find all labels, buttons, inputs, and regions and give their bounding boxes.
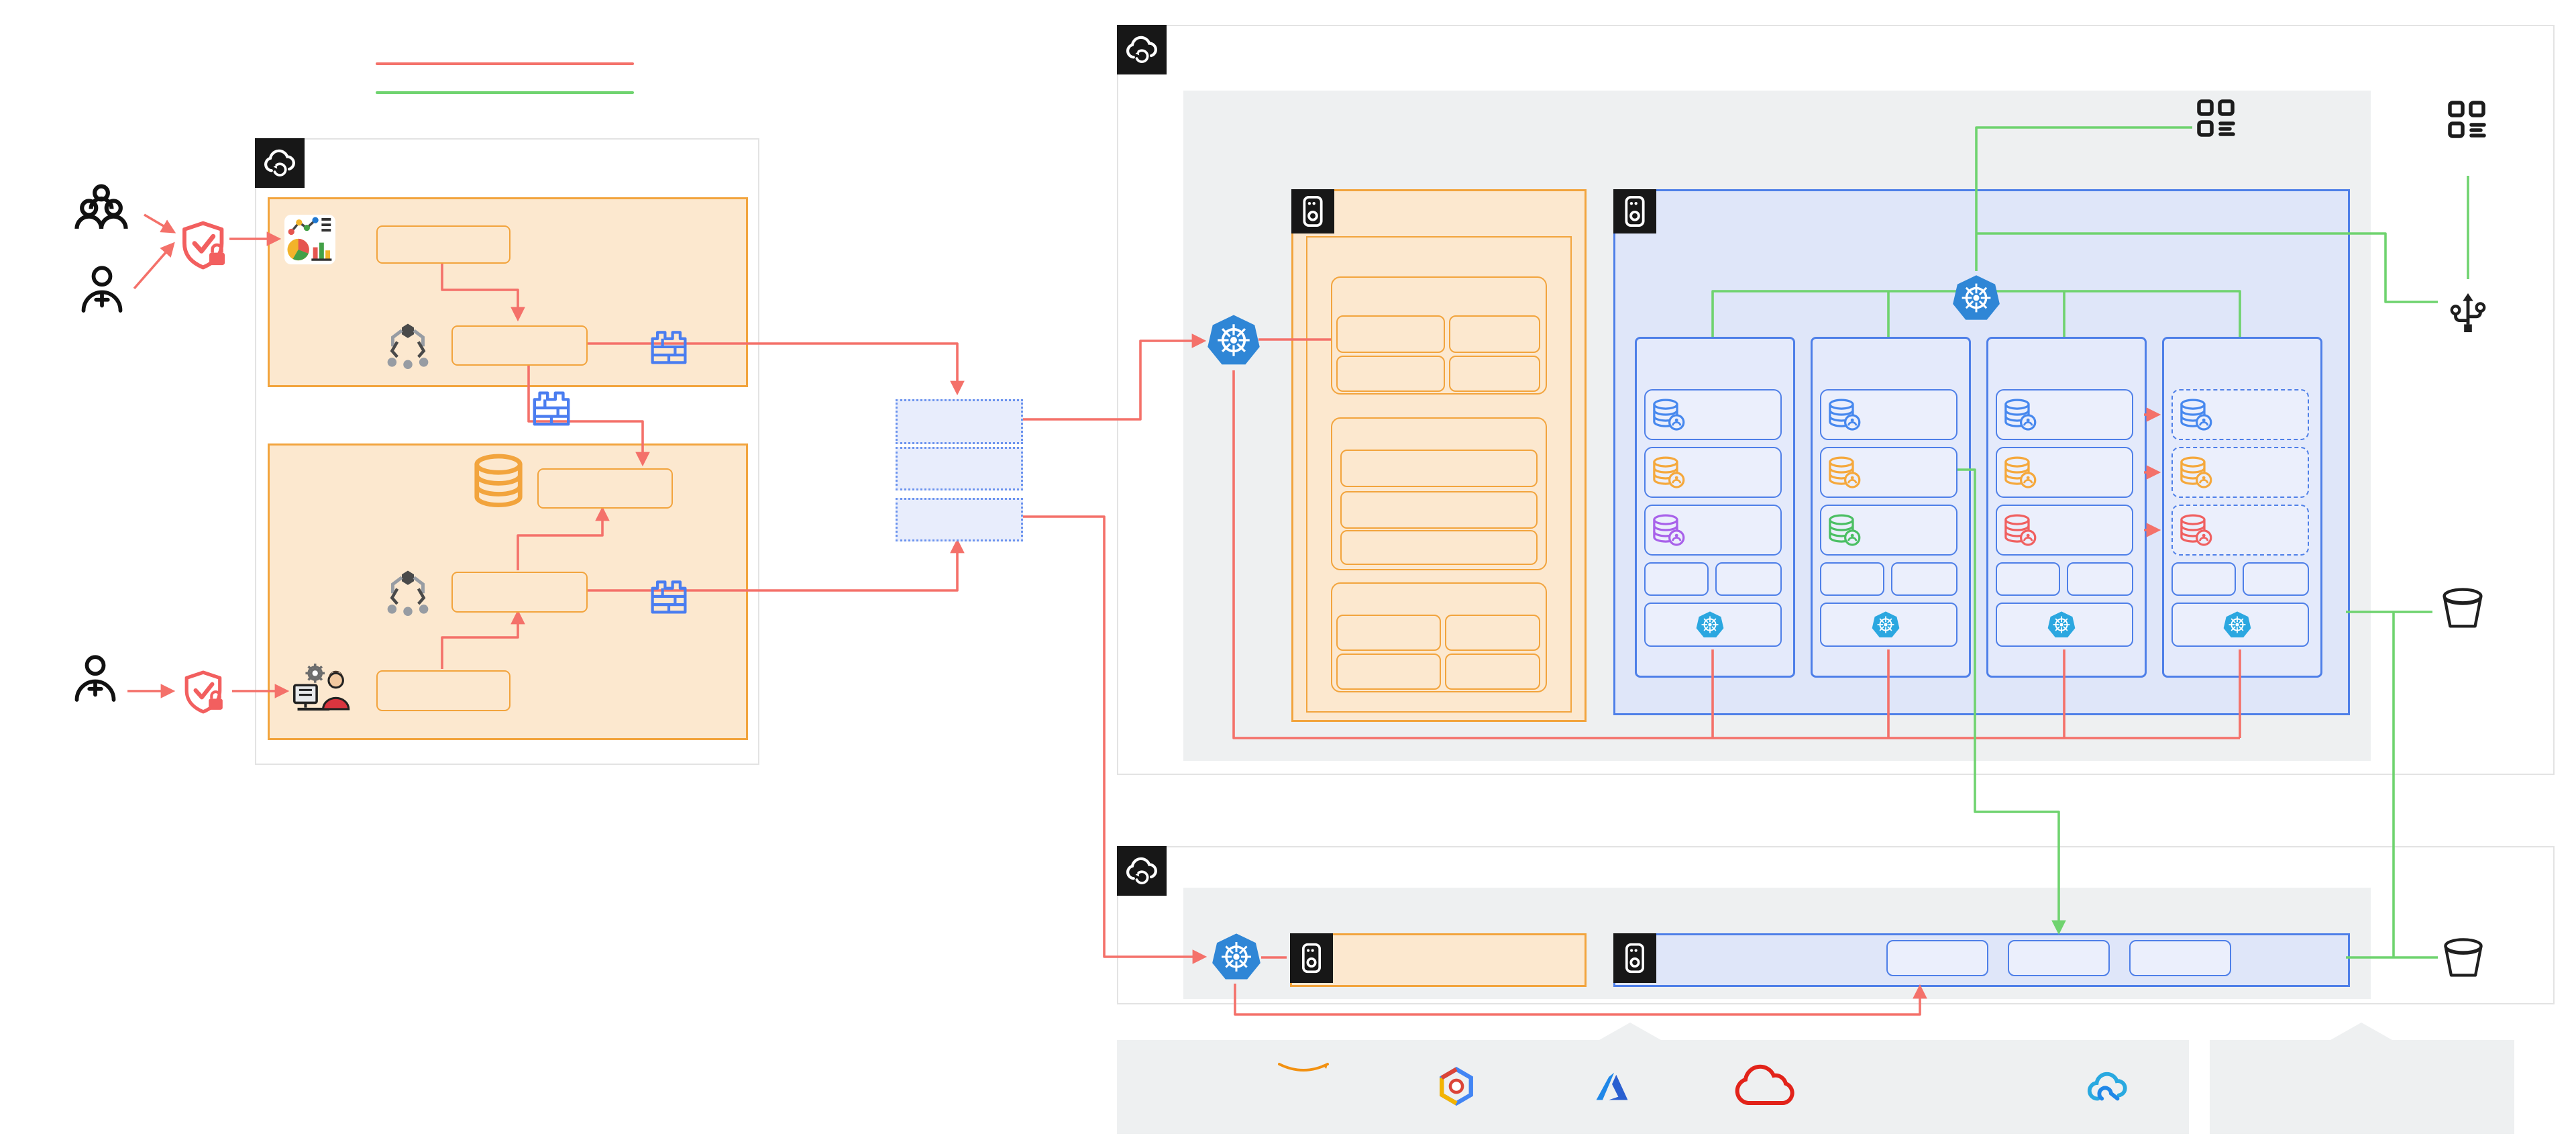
architecture-diagram bbox=[0, 0, 2576, 1148]
open-api-top-button bbox=[451, 325, 588, 366]
db-cluster-item bbox=[1644, 389, 1782, 440]
region-n-cloud-icon bbox=[1117, 846, 1167, 896]
db-cluster-item bbox=[1996, 389, 2133, 440]
network-policy-icon bbox=[530, 386, 573, 428]
network-policy-icon bbox=[647, 576, 690, 616]
admin-console-button bbox=[376, 670, 511, 711]
api-icon bbox=[384, 565, 432, 619]
node-chip bbox=[2008, 940, 2110, 976]
admin-engineer-icon bbox=[291, 660, 358, 717]
metrics-chip bbox=[2171, 562, 2236, 596]
dbas-icon bbox=[75, 263, 129, 318]
metadb-box bbox=[537, 468, 673, 509]
db-icon bbox=[2178, 455, 2213, 490]
metadb-cylinder-icon bbox=[470, 452, 527, 513]
db-cluster-item bbox=[1644, 505, 1782, 556]
auth-shield-icon bbox=[182, 668, 227, 715]
legend-data-line bbox=[376, 91, 634, 94]
ha-chip bbox=[1891, 562, 1957, 596]
chip-oteld-exporter bbox=[1336, 315, 1445, 353]
db-cluster-item bbox=[1820, 505, 1957, 556]
db-icon bbox=[1651, 513, 1686, 547]
kb-env-1-box bbox=[896, 399, 1023, 444]
auth-shield-icon bbox=[180, 219, 229, 271]
kubelet-chip bbox=[2171, 603, 2309, 647]
db-icon bbox=[2178, 397, 2213, 432]
metrics-chip bbox=[1644, 562, 1709, 596]
db-icon bbox=[2178, 513, 2213, 547]
api-icon bbox=[384, 318, 432, 372]
aws-logo bbox=[1273, 1061, 1334, 1108]
azure-logo bbox=[1595, 1068, 1629, 1104]
chip-sql-audit bbox=[1449, 315, 1540, 353]
chip-ellipsis bbox=[1445, 654, 1540, 690]
kubelet-chip bbox=[1644, 603, 1782, 647]
platform-engineers-icon bbox=[68, 651, 122, 709]
nlb-icon bbox=[2447, 287, 2489, 338]
db-cluster-item bbox=[1996, 447, 2133, 498]
db-icon bbox=[1827, 397, 1862, 432]
db-cluster-item bbox=[2171, 505, 2309, 556]
kubelet-chip bbox=[1996, 603, 2133, 647]
kubeblocks-logo-icon bbox=[1613, 189, 1656, 233]
region-x-cloud-icon bbox=[255, 138, 305, 188]
ha-chip bbox=[2067, 562, 2133, 596]
chip-ellipsis bbox=[1340, 530, 1538, 565]
ha-chip bbox=[2243, 562, 2309, 596]
chip-backup-pitr bbox=[1336, 356, 1445, 392]
kb-env-dots-box bbox=[896, 447, 1023, 490]
apps-inside-icon bbox=[2195, 97, 2238, 140]
dashboard-icon bbox=[284, 215, 335, 264]
db-icon bbox=[2002, 397, 2037, 432]
db-cluster-item bbox=[2171, 389, 2309, 440]
kubeblocks-logo-icon bbox=[1290, 933, 1333, 983]
s3-bucket-icon bbox=[2439, 582, 2486, 635]
db-cluster-item bbox=[1644, 447, 1782, 498]
developers-icon bbox=[64, 182, 139, 243]
k8s-icon bbox=[1872, 611, 1900, 639]
open-api-bottom-button bbox=[451, 572, 588, 613]
legend-control-line bbox=[376, 62, 634, 65]
k8s-icon bbox=[1696, 611, 1724, 639]
chip-alertmgr bbox=[1336, 654, 1441, 690]
user-console-button bbox=[376, 225, 511, 264]
oracle-logo bbox=[1728, 1061, 1798, 1112]
apps-outside-icon bbox=[2446, 99, 2489, 142]
google-cloud-logo bbox=[1437, 1067, 1476, 1106]
network-policy-icon bbox=[647, 326, 690, 366]
db-icon bbox=[2002, 455, 2037, 490]
s3-bucket-icon bbox=[2440, 933, 2486, 984]
db-cluster-item bbox=[1820, 447, 1957, 498]
chip-ellipsis bbox=[1449, 356, 1540, 392]
kubeblocks-logo-icon bbox=[1291, 189, 1334, 233]
kb-env-n-box bbox=[896, 498, 1023, 541]
metrics-chip bbox=[1820, 562, 1884, 596]
service-k8s-icon bbox=[1952, 272, 2000, 324]
db-cluster-item bbox=[1820, 389, 1957, 440]
k8s-api-server-icon bbox=[1212, 929, 1261, 984]
kubeblocks-logo-icon bbox=[1613, 933, 1656, 983]
node-chip bbox=[1886, 940, 1988, 976]
k8s-icon bbox=[2223, 611, 2251, 639]
chip-postgresql-cr bbox=[1340, 491, 1538, 529]
db-icon bbox=[1651, 455, 1686, 490]
db-icon bbox=[1827, 513, 1862, 547]
db-icon bbox=[1827, 455, 1862, 490]
db-icon bbox=[1651, 397, 1686, 432]
region-1-cloud-icon bbox=[1117, 25, 1167, 74]
ha-chip bbox=[1715, 562, 1782, 596]
chip-mysql-cr bbox=[1340, 450, 1538, 487]
node-chip bbox=[2129, 940, 2231, 976]
metrics-chip bbox=[1996, 562, 2060, 596]
chip-prometheus bbox=[1336, 615, 1441, 651]
tencent-cloud-logo bbox=[2086, 1069, 2128, 1103]
k8s-icon bbox=[2047, 611, 2076, 639]
db-icon bbox=[2002, 513, 2037, 547]
k8s-api-server-icon bbox=[1207, 311, 1260, 369]
db-cluster-item bbox=[2171, 447, 2309, 498]
kubelet-chip bbox=[1820, 603, 1957, 647]
db-cluster-item bbox=[1996, 505, 2133, 556]
chip-csi-s3 bbox=[1445, 615, 1540, 651]
